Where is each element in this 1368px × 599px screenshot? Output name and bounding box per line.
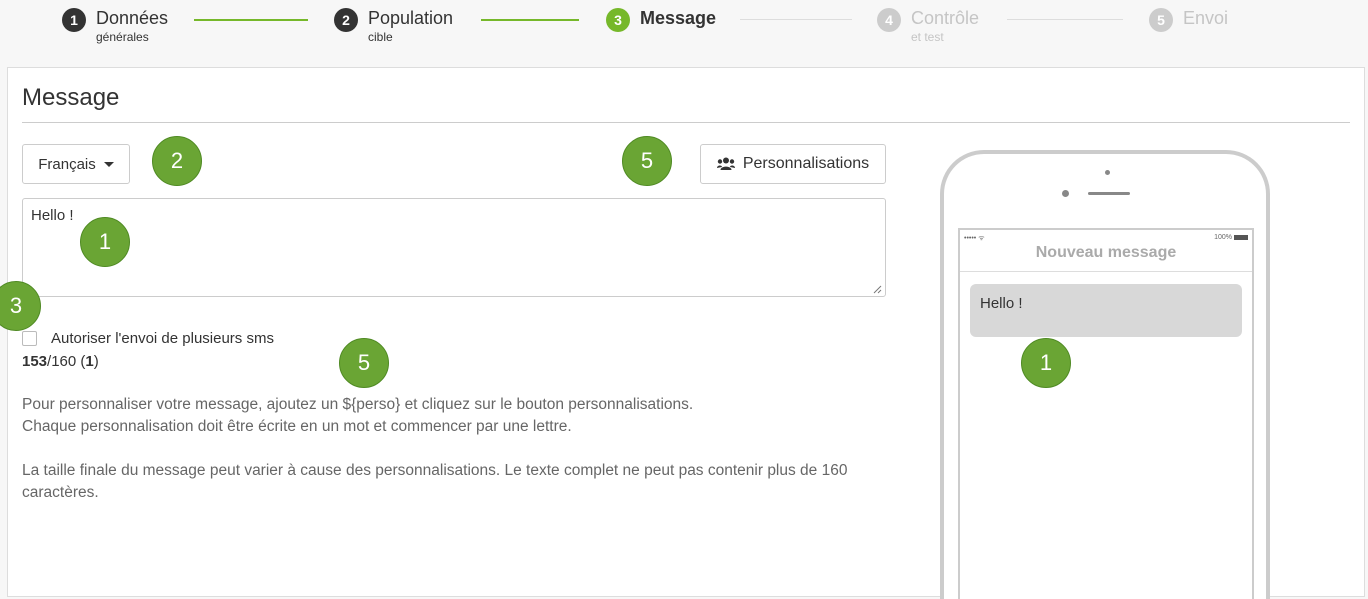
- personnalisations-label: Personnalisations: [742, 155, 870, 172]
- step-connector: [740, 19, 852, 20]
- step-title: Données: [96, 8, 169, 28]
- help-line: Pour personnaliser votre message, ajoute…: [22, 396, 694, 413]
- phone-preview: ••••• ᯤ 100% Nouveau message Hello !: [940, 150, 1270, 599]
- battery-icon: [1234, 235, 1248, 240]
- language-label: Français: [38, 155, 96, 173]
- multi-sms-option[interactable]: Autoriser l'envoi de plusieurs sms: [22, 330, 274, 347]
- help-line: La taille finale du message peut varier …: [22, 462, 848, 501]
- character-counter: 153/160 (1): [22, 353, 99, 370]
- wizard-stepper: 1 Données générales 2 Population cible 3…: [0, 0, 1368, 60]
- message-bubble: Hello !: [970, 284, 1242, 337]
- annotation-badge: 5: [622, 136, 672, 186]
- remaining-chars: 153: [22, 353, 48, 370]
- step-connector: [1007, 19, 1123, 20]
- panel-title: Message: [22, 84, 120, 111]
- multi-sms-checkbox[interactable]: [22, 331, 37, 346]
- step-number: 2: [334, 8, 358, 32]
- resize-grip-icon[interactable]: [872, 284, 882, 294]
- step-number: 1: [62, 8, 86, 32]
- step-connector: [481, 19, 579, 21]
- message-panel: Message Français Personnalisations Autor…: [7, 67, 1365, 599]
- step-population-cible[interactable]: 2 Population cible: [334, 8, 453, 44]
- step-envoi[interactable]: 5 Envoi: [1149, 8, 1228, 32]
- phone-speaker: [1088, 192, 1130, 195]
- multi-sms-label: Autoriser l'envoi de plusieurs sms: [51, 330, 274, 347]
- help-line: Chaque personnalisation doit être écrite…: [22, 418, 572, 435]
- status-bar: ••••• ᯤ 100%: [964, 234, 1248, 243]
- step-subtitle: et test: [911, 30, 944, 44]
- sms-count: 1: [85, 353, 94, 370]
- screen-title: Nouveau message: [1035, 244, 1177, 261]
- step-connector: [194, 19, 308, 21]
- phone-sensor: [1105, 170, 1110, 175]
- message-textarea[interactable]: [22, 198, 886, 297]
- signal-indicator: ••••• ᯤ: [964, 235, 985, 242]
- step-donnees-generales[interactable]: 1 Données générales: [62, 8, 168, 44]
- counter-close: ): [93, 353, 99, 370]
- step-controle-test[interactable]: 4 Contrôle et test: [877, 8, 979, 44]
- step-subtitle: générales: [96, 30, 149, 44]
- annotation-badge: 1: [1021, 338, 1071, 388]
- personnalisations-button[interactable]: Personnalisations: [700, 144, 886, 184]
- annotation-badge: 2: [152, 136, 202, 186]
- annotation-badge: 5: [339, 338, 389, 388]
- users-icon: [716, 157, 735, 170]
- help-text: Pour personnaliser votre message, ajoute…: [22, 394, 892, 526]
- step-number: 4: [877, 8, 901, 32]
- battery-percent: 100%: [1214, 234, 1232, 241]
- language-dropdown[interactable]: Français: [22, 144, 130, 184]
- step-number: 3: [606, 8, 630, 32]
- caret-down-icon: [103, 161, 114, 167]
- divider: [22, 122, 1350, 123]
- step-number: 5: [1149, 8, 1173, 32]
- step-title: Population: [368, 8, 454, 28]
- screen-divider: [960, 271, 1252, 272]
- step-title: Contrôle: [911, 8, 980, 28]
- step-title: Envoi: [1183, 8, 1229, 28]
- phone-camera: [1062, 190, 1069, 197]
- step-message[interactable]: 3 Message: [606, 8, 716, 32]
- step-title: Message: [640, 8, 717, 28]
- annotation-badge: 1: [80, 217, 130, 267]
- step-subtitle: cible: [368, 30, 393, 44]
- phone-screen: ••••• ᯤ 100% Nouveau message Hello !: [958, 228, 1254, 599]
- counter-max: /160 (: [47, 353, 86, 370]
